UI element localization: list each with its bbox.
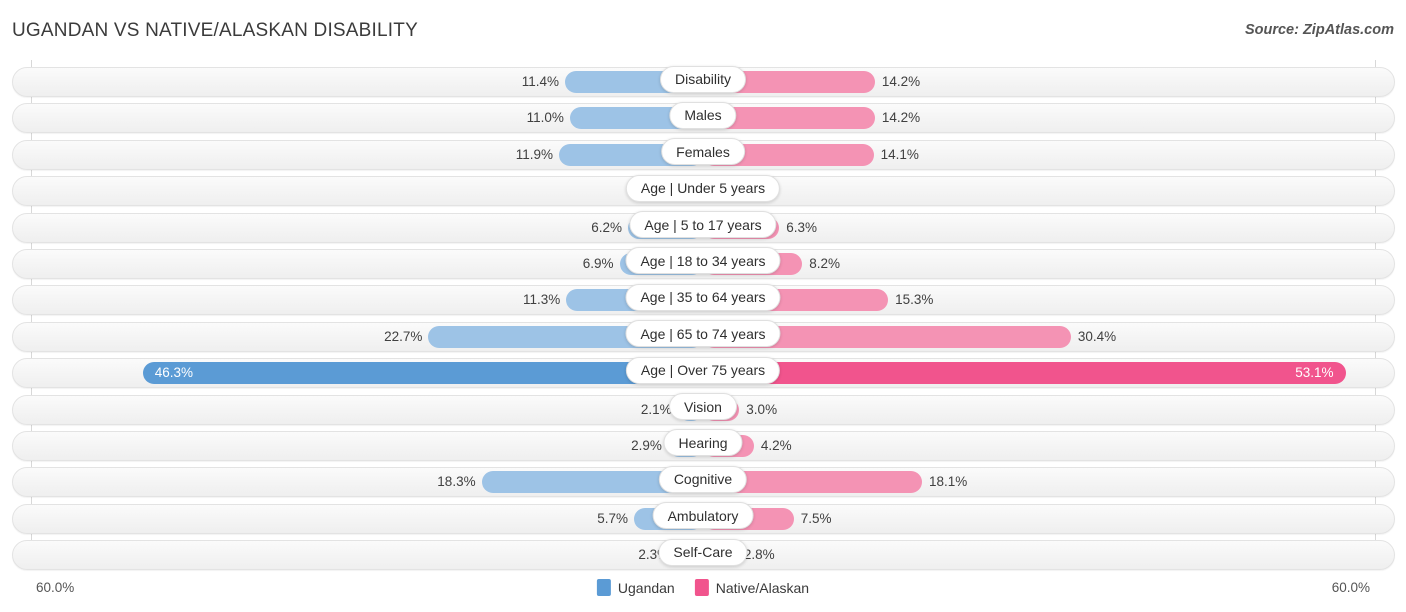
bar-native-alaskan	[703, 362, 1346, 385]
category-label-pill: Hearing	[663, 429, 743, 457]
value-label-ugandan: 11.3%	[523, 292, 561, 308]
value-label-native-alaskan: 6.3%	[786, 219, 817, 235]
value-label-ugandan: 11.4%	[521, 74, 560, 89]
value-label-ugandan: 6.2%	[591, 219, 622, 235]
table-row: 2.3% 2.8% Self-Care	[0, 537, 1406, 573]
legend-label: Native/Alaskan	[715, 579, 810, 596]
table-row: 11.4% 14.2% Disability	[0, 64, 1406, 100]
value-label-native-alaskan: 18.1%	[929, 474, 968, 490]
value-label-ugandan: 6.9%	[582, 255, 614, 271]
category-label-pill: Cognitive	[658, 465, 748, 493]
category-label-pill: Self-Care	[658, 538, 748, 566]
value-label-native-alaskan: 14.2%	[881, 74, 921, 89]
value-label-native-alaskan: 30.4%	[1077, 328, 1117, 344]
value-label-native-alaskan: 8.2%	[809, 255, 840, 271]
page-title: UGANDAN VS NATIVE/ALASKAN DISABILITY	[12, 20, 418, 41]
value-label-native-alaskan: 2.8%	[743, 547, 775, 563]
category-label-pill: Age | 35 to 64 years	[625, 283, 781, 311]
category-label-pill: Age | 5 to 17 years	[629, 211, 777, 239]
category-label-pill: Disability	[659, 65, 747, 93]
value-label-native-alaskan: 7.5%	[800, 510, 832, 526]
axis-label-right: 60.0%	[1331, 580, 1370, 595]
chart-footer: 60.0% 60.0% Ugandan Native/Alaskan	[0, 572, 1406, 612]
value-label-ugandan: 2.9%	[631, 437, 662, 453]
source-attribution: Source: ZipAtlas.com	[1244, 22, 1394, 38]
value-label-ugandan: 2.1%	[640, 401, 672, 417]
value-label-native-alaskan: 14.1%	[880, 146, 919, 162]
category-label-pill: Ambulatory	[652, 502, 754, 530]
table-row: 18.3% 18.1% Cognitive	[0, 464, 1406, 500]
category-label-pill: Age | 65 to 74 years	[625, 320, 781, 348]
table-row: 2.9% 4.2% Hearing	[0, 428, 1406, 464]
legend-swatch-icon	[694, 579, 709, 596]
chart-rows: 11.4% 14.2% Disability 11.0% 14.2% Males 11.9%…	[0, 64, 1406, 573]
category-label-pill: Vision	[669, 393, 737, 421]
table-row: 1.1%1.9%Age | Under 5 years	[0, 173, 1406, 209]
value-label-ugandan: 11.9%	[515, 146, 554, 162]
value-label-ugandan: 11.0%	[526, 110, 564, 126]
value-label-ugandan: 46.3%	[154, 365, 194, 381]
value-label-ugandan: 22.7%	[384, 328, 423, 344]
value-label-native-alaskan: 3.0%	[746, 401, 778, 417]
category-label-pill: Females	[661, 138, 745, 166]
legend-item: Native/Alaskan	[694, 579, 810, 596]
table-row: 6.2% 6.3% Age | 5 to 17 years	[0, 210, 1406, 246]
table-row: 2.1% 3.0% Vision	[0, 392, 1406, 428]
table-row: 11.3% 15.3% Age | 35 to 64 years	[0, 282, 1406, 318]
value-label-ugandan: 18.3%	[437, 474, 476, 490]
chart-plot-area: 11.4% 14.2% Disability 11.0% 14.2% Males 11.9%…	[0, 60, 1406, 572]
value-label-native-alaskan: 15.3%	[895, 292, 934, 308]
axis-label-left: 60.0%	[36, 580, 75, 595]
table-row: 5.7% 7.5% Ambulatory	[0, 501, 1406, 537]
value-label-native-alaskan: 4.2%	[760, 437, 792, 453]
table-row: 11.9% 14.1% Females	[0, 137, 1406, 173]
category-label-pill: Age | Under 5 years	[625, 174, 781, 202]
bar-ugandan	[142, 362, 703, 385]
category-label-pill: Age | Over 75 years	[625, 356, 781, 384]
legend-item: Ugandan	[596, 579, 675, 596]
table-row: 11.0% 14.2% Males	[0, 100, 1406, 136]
legend-swatch-icon	[596, 579, 611, 596]
category-label-pill: Age | 18 to 34 years	[625, 247, 781, 275]
table-row: 22.7% 30.4% Age | 65 to 74 years	[0, 319, 1406, 355]
table-row: 6.9% 8.2% Age | 18 to 34 years	[0, 246, 1406, 282]
chart-legend: Ugandan Native/Alaskan	[596, 579, 810, 596]
value-label-native-alaskan: 53.1%	[1295, 365, 1334, 381]
legend-label: Ugandan	[617, 579, 675, 596]
table-row: 46.3% 53.1% Age | Over 75 years	[0, 355, 1406, 391]
category-label-pill: Males	[669, 101, 737, 129]
value-label-ugandan: 5.7%	[597, 510, 629, 526]
chart-header: UGANDAN VS NATIVE/ALASKAN DISABILITY Sou…	[0, 0, 1406, 58]
value-label-native-alaskan: 14.2%	[881, 110, 921, 126]
